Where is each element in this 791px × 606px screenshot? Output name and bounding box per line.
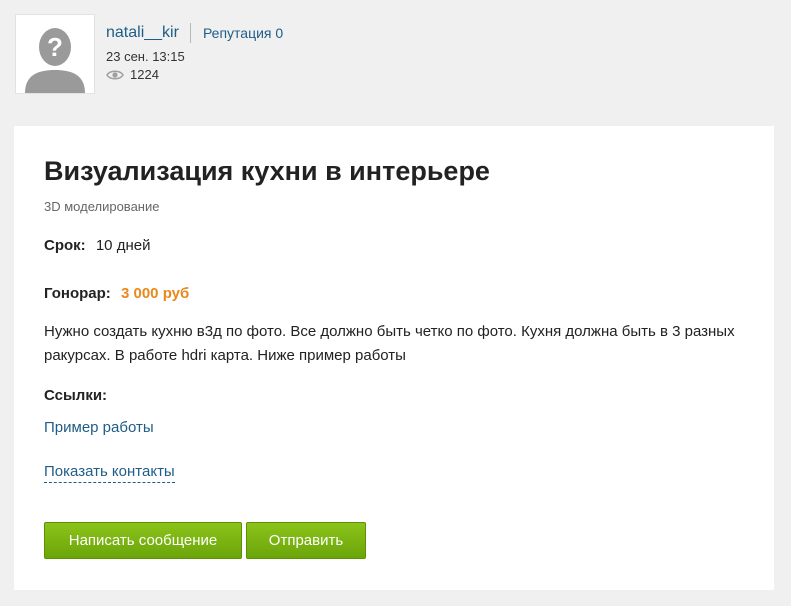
term-label: Срок: xyxy=(44,237,86,254)
fee-label: Гонорар: xyxy=(44,285,111,302)
send-button[interactable]: Отправить xyxy=(246,522,366,559)
term-row: Срок: 10 дней xyxy=(44,236,150,256)
views-count: 1224 xyxy=(130,67,159,82)
fee-row: Гонорар: 3 000 руб xyxy=(44,284,189,304)
post-date: 23 сен. 13:15 xyxy=(106,49,185,64)
project-category: 3D моделирование xyxy=(44,199,160,214)
write-message-button[interactable]: Написать сообщение xyxy=(44,522,242,559)
page-title: Визуализация кухни в интерьере xyxy=(44,156,490,186)
show-contacts-link[interactable]: Показать контакты xyxy=(44,462,175,483)
svg-text:?: ? xyxy=(47,32,63,62)
project-description: Нужно создать кухню в3д по фото. Все дол… xyxy=(44,323,735,364)
views-counter: 1224 xyxy=(106,67,506,83)
avatar[interactable]: ? xyxy=(15,14,95,94)
author-line: natali__kir Репутация 0 xyxy=(106,22,506,44)
eye-icon xyxy=(106,69,124,81)
reputation-link[interactable]: Репутация 0 xyxy=(203,23,283,43)
divider xyxy=(189,23,191,43)
fee-value: 3 000 руб xyxy=(120,285,190,302)
username-link[interactable]: natali__kir xyxy=(106,23,179,43)
term-value: 10 дней xyxy=(95,237,151,254)
example-work-link[interactable]: Пример работы xyxy=(44,418,154,438)
action-buttons: Написать сообщение Отправить xyxy=(44,522,366,559)
author-info: natali__kir Репутация 0 23 сен. 13:15 12… xyxy=(106,22,506,83)
default-avatar-icon: ? xyxy=(16,15,94,93)
links-heading: Ссылки: xyxy=(44,387,108,404)
project-card: Визуализация кухни в интерьере 3D модели… xyxy=(14,126,774,590)
